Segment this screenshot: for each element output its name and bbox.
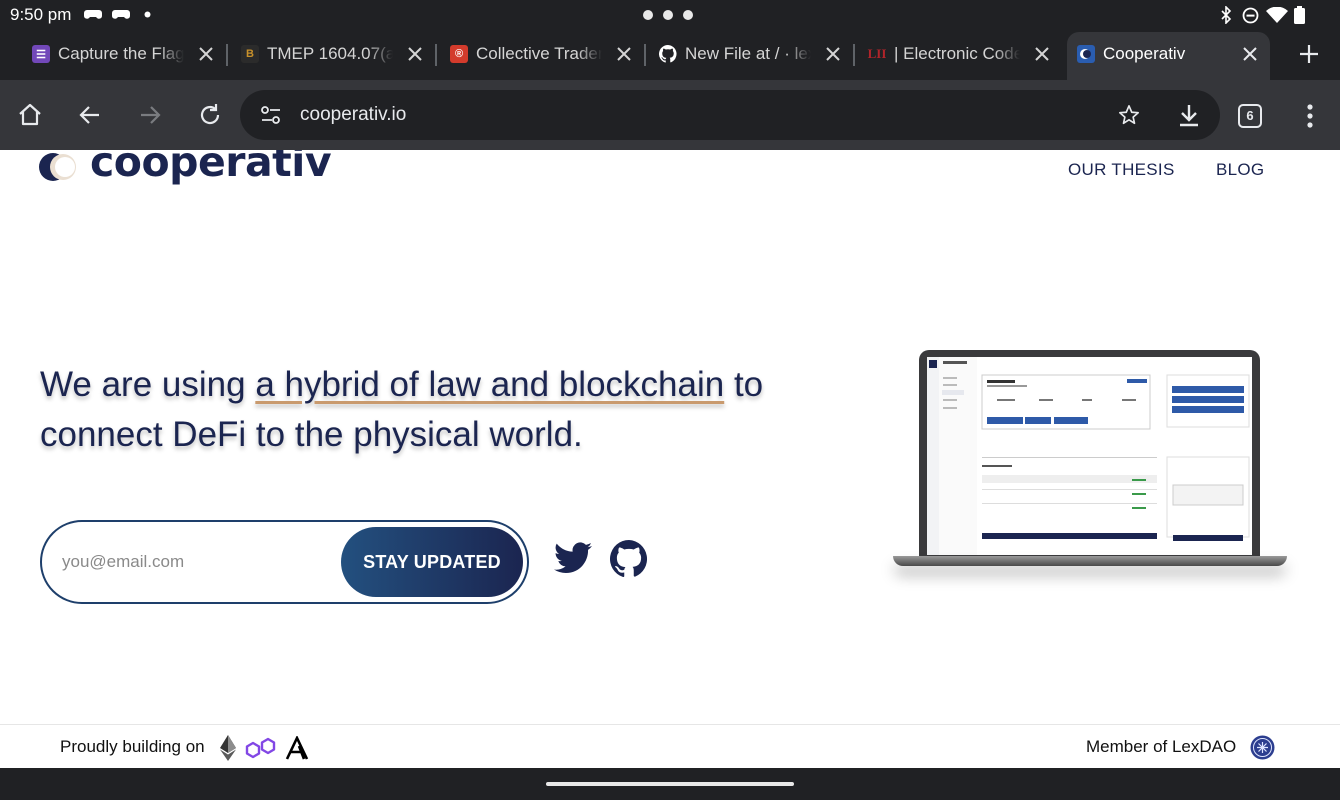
url-text: cooperativ.io	[300, 104, 407, 125]
trademark-icon: ®	[450, 45, 468, 63]
hero-text-start: We are using	[40, 365, 256, 404]
multitask-dots[interactable]	[643, 10, 693, 20]
status-time: 9:50 pm	[10, 5, 72, 24]
tab-title: Cooperativ	[1103, 44, 1186, 63]
home-icon[interactable]	[17, 102, 43, 128]
gamepad-icon	[84, 10, 102, 19]
forward-icon[interactable]	[137, 102, 163, 128]
bookmark-star-icon[interactable]	[1118, 104, 1140, 126]
browser-toolbar: cooperativ.io 6	[0, 80, 1340, 150]
github-icon	[659, 45, 677, 63]
download-icon[interactable]	[1178, 103, 1200, 127]
tab-strip: ☰ Capture the Flag B TMEP 1604.07(a ® Co…	[0, 30, 1340, 80]
nav-our-thesis[interactable]: OUR THESIS	[1068, 160, 1175, 180]
site-settings-icon[interactable]	[260, 105, 282, 125]
new-tab-icon[interactable]	[1298, 43, 1320, 65]
more-menu-icon[interactable]	[1302, 103, 1318, 129]
tab-cooperativ[interactable]: Cooperativ	[1077, 34, 1260, 74]
lexdao-seal-icon[interactable]	[1250, 735, 1275, 760]
cooperativ-logo-icon	[39, 153, 76, 181]
close-tab-icon[interactable]	[1240, 44, 1260, 64]
status-bar: 9:50 pm	[0, 0, 1340, 30]
cooperativ-icon	[1077, 45, 1095, 63]
back-icon[interactable]	[77, 102, 103, 128]
close-tab-icon[interactable]	[196, 44, 216, 64]
tab-title: TMEP 1604.07(a	[267, 44, 393, 63]
gesture-navigation-bar	[0, 768, 1340, 800]
tab-github-new-file[interactable]: New File at / · lex	[659, 34, 843, 74]
laptop-mockup-image	[893, 350, 1287, 580]
forms-icon: ☰	[32, 45, 50, 63]
tab-tmep[interactable]: B TMEP 1604.07(a	[241, 34, 425, 74]
tab-title: New File at / · lex	[685, 44, 811, 63]
github-icon[interactable]	[610, 540, 648, 578]
stay-updated-button[interactable]: STAY UPDATED	[341, 527, 523, 597]
algorand-icon[interactable]	[285, 736, 309, 760]
tab-title: Capture the Flag	[58, 44, 184, 63]
email-input[interactable]	[62, 542, 332, 582]
battery-icon	[1294, 6, 1305, 24]
lexdao-member-text: Member of LexDAO	[1086, 737, 1237, 756]
building-on-text: Proudly building on	[60, 737, 205, 756]
tab-switcher-button[interactable]: 6	[1238, 104, 1262, 128]
tab-collective-trademark[interactable]: ® Collective Traden	[450, 34, 634, 74]
dnd-icon	[1242, 7, 1259, 24]
close-tab-icon[interactable]	[823, 44, 843, 64]
twitter-icon[interactable]	[554, 542, 592, 574]
ethereum-icon[interactable]	[220, 735, 236, 761]
bluetooth-icon	[1221, 6, 1232, 24]
nav-blog[interactable]: BLOG	[1216, 160, 1264, 180]
logo-text: cooperativ	[90, 150, 332, 186]
close-tab-icon[interactable]	[405, 44, 425, 64]
home-gesture-handle[interactable]	[546, 782, 794, 786]
notification-dot-icon	[144, 11, 151, 18]
hero-highlight: a hybrid of law and blockchain	[255, 365, 725, 404]
web-page: cooperativ OUR THESIS BLOG We are using …	[0, 150, 1340, 768]
close-tab-icon[interactable]	[614, 44, 634, 64]
b-icon: B	[241, 45, 259, 63]
wifi-icon	[1266, 7, 1288, 23]
lii-icon: LII	[867, 46, 887, 61]
site-footer: Proudly building on Member of LexDAO	[0, 724, 1340, 768]
site-logo[interactable]: cooperativ	[38, 150, 332, 186]
polygon-icon[interactable]	[245, 736, 276, 760]
tab-title: | Electronic Code	[894, 44, 1020, 63]
close-tab-icon[interactable]	[1032, 44, 1052, 64]
tab-capture-the-flag[interactable]: ☰ Capture the Flag	[32, 34, 216, 74]
tab-title: Collective Traden	[476, 44, 602, 63]
gamepad-icon	[112, 10, 130, 19]
reload-icon[interactable]	[197, 102, 223, 128]
omnibox[interactable]: cooperativ.io	[240, 90, 1220, 140]
newsletter-form: STAY UPDATED	[40, 520, 529, 604]
hero-heading: We are using a hybrid of law and blockch…	[40, 360, 860, 460]
tab-electronic-code[interactable]: LII | Electronic Code	[868, 34, 1052, 74]
